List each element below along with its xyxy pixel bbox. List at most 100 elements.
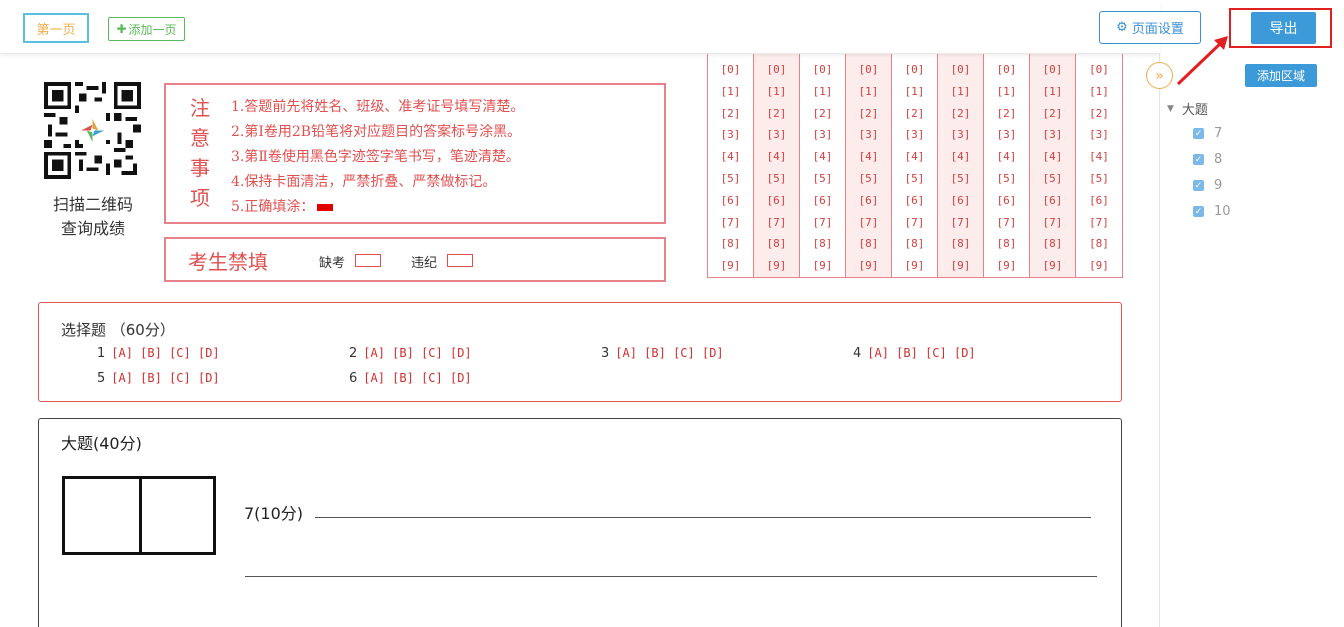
exam-number-bubble[interactable]: [8] [1043, 233, 1063, 255]
tree-item-9[interactable]: ✓ 9 [1193, 178, 1222, 193]
exam-number-bubble[interactable]: [7] [905, 212, 925, 234]
exam-number-bubble[interactable]: [5] [813, 168, 833, 190]
notice-box[interactable]: 注 意 事 项 1.答题前先将姓名、班级、准考证号填写清楚。 2.第Ⅰ卷用2B铅… [164, 83, 666, 224]
exam-number-bubble[interactable]: [6] [905, 190, 925, 212]
exam-number-bubble[interactable]: [8] [767, 233, 787, 255]
exam-number-bubble[interactable]: [5] [1043, 168, 1063, 190]
expand-chevron-icon[interactable]: » [1146, 62, 1173, 89]
exam-number-bubble[interactable]: [5] [1089, 168, 1109, 190]
exam-number-bubble[interactable]: [6] [997, 190, 1017, 212]
exam-number-bubble[interactable]: [2] [721, 103, 741, 125]
exam-number-bubble[interactable]: [4] [859, 146, 879, 168]
exam-number-bubble[interactable]: [9] [951, 255, 971, 277]
exam-number-bubble[interactable]: [6] [1089, 190, 1109, 212]
exam-number-bubble[interactable]: [0] [997, 59, 1017, 81]
exam-number-bubble[interactable]: [2] [767, 103, 787, 125]
exam-number-bubble[interactable]: [7] [813, 212, 833, 234]
exam-number-bubble[interactable]: [6] [767, 190, 787, 212]
exam-number-bubble[interactable]: [6] [721, 190, 741, 212]
exam-number-bubble[interactable]: [9] [859, 255, 879, 277]
exam-number-bubble[interactable]: [8] [1089, 233, 1109, 255]
exam-number-bubble[interactable]: [8] [813, 233, 833, 255]
tree-item-7[interactable]: ✓ 7 [1193, 126, 1222, 141]
exam-number-bubble[interactable]: [1] [813, 81, 833, 103]
exam-number-bubble[interactable]: [4] [1089, 146, 1109, 168]
examinee-forbidden-box[interactable]: 考生禁填 缺考 违纪 [164, 237, 666, 282]
exam-number-bubble[interactable]: [0] [721, 59, 741, 81]
checkbox-checked-icon[interactable]: ✓ [1193, 154, 1204, 165]
exam-number-bubble[interactable]: [7] [721, 212, 741, 234]
exam-number-bubble[interactable]: [8] [951, 233, 971, 255]
exam-number-bubble[interactable]: [2] [1043, 103, 1063, 125]
exam-number-bubble[interactable]: [1] [997, 81, 1017, 103]
exam-number-bubble[interactable]: [4] [813, 146, 833, 168]
tree-item-10[interactable]: ✓ 10 [1193, 204, 1231, 219]
exam-number-bubble[interactable]: [1] [1043, 81, 1063, 103]
exam-number-bubble[interactable]: [2] [813, 103, 833, 125]
exam-number-bubble[interactable]: [9] [1089, 255, 1109, 277]
exam-number-bubble[interactable]: [0] [1089, 59, 1109, 81]
exam-number-bubble[interactable]: [9] [997, 255, 1017, 277]
exam-number-bubble[interactable]: [4] [951, 146, 971, 168]
exam-number-bubble[interactable]: [4] [905, 146, 925, 168]
caret-down-icon[interactable]: ▼ [1167, 104, 1174, 114]
exam-number-bubble[interactable]: [4] [1043, 146, 1063, 168]
exam-number-bubble[interactable]: [7] [1089, 212, 1109, 234]
exam-number-bubble[interactable]: [9] [813, 255, 833, 277]
exam-number-bubble[interactable]: [1] [767, 81, 787, 103]
exam-number-bubble[interactable]: [5] [951, 168, 971, 190]
export-button[interactable]: 导出 [1251, 12, 1316, 44]
exam-number-bubble[interactable]: [0] [813, 59, 833, 81]
exam-number-bubble[interactable]: [1] [1089, 81, 1109, 103]
exam-number-bubble[interactable]: [7] [767, 212, 787, 234]
exam-number-bubble[interactable]: [8] [997, 233, 1017, 255]
exam-number-bubble[interactable]: [5] [997, 168, 1017, 190]
exam-number-bubble[interactable]: [4] [997, 146, 1017, 168]
checkbox-checked-icon[interactable]: ✓ [1193, 128, 1204, 139]
exam-number-bubble[interactable]: [3] [1043, 124, 1063, 146]
exam-number-bubble[interactable]: [1] [951, 81, 971, 103]
exam-number-bubble[interactable]: [8] [859, 233, 879, 255]
exam-number-bubble[interactable]: [6] [1043, 190, 1063, 212]
exam-number-bubble[interactable]: [6] [951, 190, 971, 212]
exam-number-bubble[interactable]: [8] [905, 233, 925, 255]
exam-number-bubble[interactable]: [5] [859, 168, 879, 190]
exam-number-bubble[interactable]: [6] [813, 190, 833, 212]
exam-number-bubble[interactable]: [3] [721, 124, 741, 146]
exam-number-bubble[interactable]: [2] [905, 103, 925, 125]
exam-number-bubble[interactable]: [5] [905, 168, 925, 190]
exam-number-bubble[interactable]: [2] [997, 103, 1017, 125]
exam-number-bubble[interactable]: [6] [859, 190, 879, 212]
tree-root-big-questions[interactable]: ▼ 大题 [1167, 99, 1208, 118]
exam-number-bubble[interactable]: [0] [1043, 59, 1063, 81]
exam-number-bubble[interactable]: [1] [859, 81, 879, 103]
exam-number-bubble[interactable]: [9] [1043, 255, 1063, 277]
exam-number-bubble[interactable]: [0] [767, 59, 787, 81]
exam-number-bubble[interactable]: [9] [721, 255, 741, 277]
exam-number-bubble[interactable]: [0] [905, 59, 925, 81]
exam-number-bubble[interactable]: [3] [951, 124, 971, 146]
exam-number-bubble[interactable]: [1] [905, 81, 925, 103]
exam-number-bubble[interactable]: [4] [767, 146, 787, 168]
exam-number-bubble[interactable]: [9] [905, 255, 925, 277]
choice-section[interactable]: 选择题 （60分） 1 [A] [B] [C] [D] 2 [A] [B] [C] … [38, 302, 1122, 402]
add-area-button[interactable]: 添加区域 [1245, 64, 1317, 87]
exam-number-bubble[interactable]: [5] [767, 168, 787, 190]
exam-number-bubble[interactable]: [2] [951, 103, 971, 125]
exam-number-bubble[interactable]: [1] [721, 81, 741, 103]
exam-number-bubble[interactable]: [5] [721, 168, 741, 190]
exam-number-bubble[interactable]: [3] [997, 124, 1017, 146]
exam-number-bubble[interactable]: [4] [721, 146, 741, 168]
exam-number-bubble[interactable]: [8] [721, 233, 741, 255]
exam-number-bubble[interactable]: [2] [1089, 103, 1109, 125]
exam-number-bubble[interactable]: [3] [767, 124, 787, 146]
exam-number-bubble[interactable]: [0] [859, 59, 879, 81]
checkbox-checked-icon[interactable]: ✓ [1193, 180, 1204, 191]
big-question-section[interactable]: 大题(40分) 7(10分) [38, 418, 1122, 627]
exam-number-bubble[interactable]: [0] [951, 59, 971, 81]
exam-number-bubble[interactable]: [3] [813, 124, 833, 146]
exam-number-bubble[interactable]: [9] [767, 255, 787, 277]
exam-number-bubble[interactable]: [7] [997, 212, 1017, 234]
exam-number-grid[interactable]: [0] [1] [2] [3] [4] [5] [6] [7] [8] [9] [0] [1] [2][… [707, 54, 1123, 278]
exam-number-bubble[interactable]: [3] [859, 124, 879, 146]
